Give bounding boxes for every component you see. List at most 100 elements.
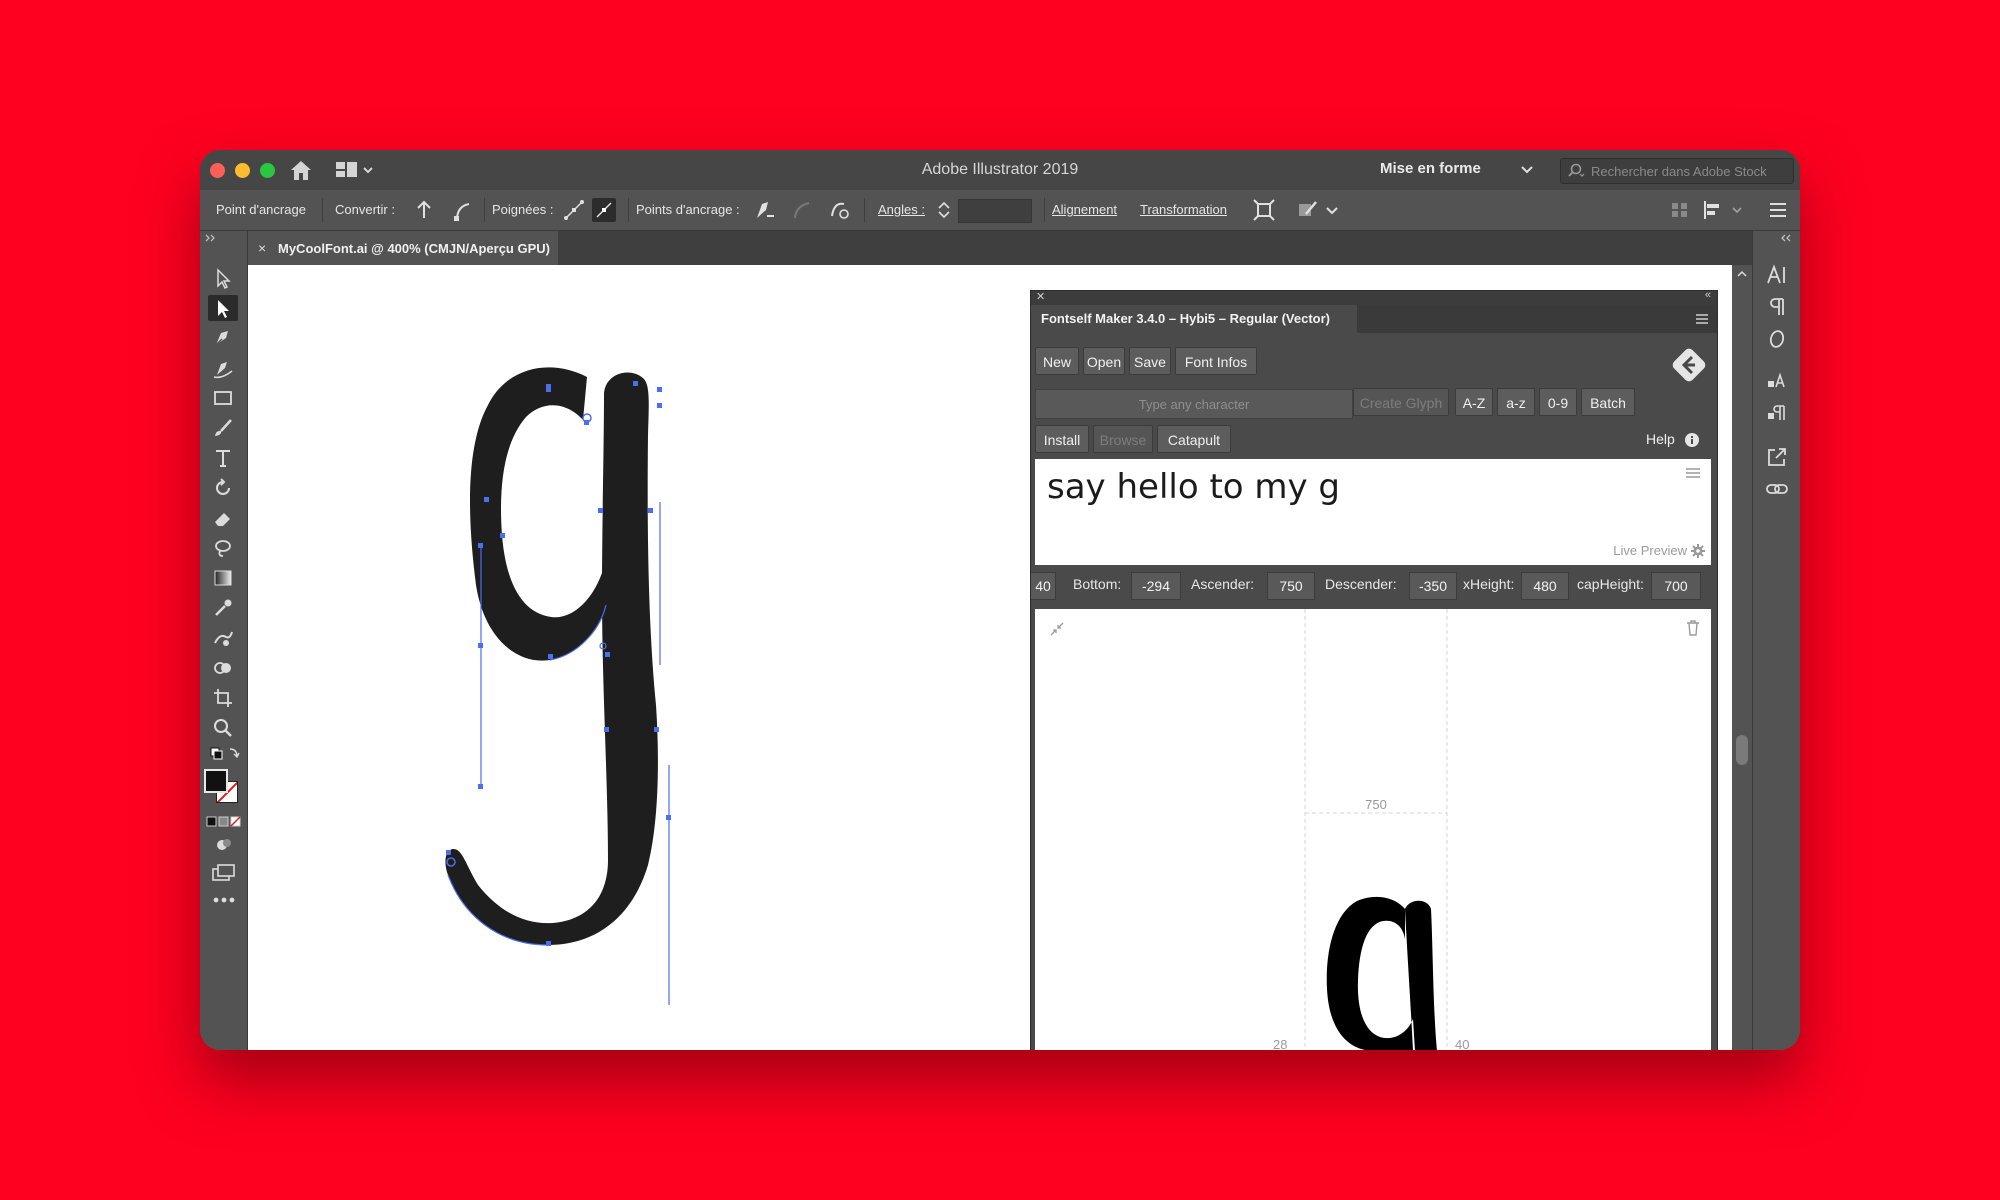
fontself-panel: ✕ « Fontself Maker 3.4.0 – Hybi5 – Regul…	[1030, 289, 1718, 1050]
save-font-button[interactable]: Save	[1129, 347, 1171, 375]
direct-selection-tool[interactable]	[208, 295, 238, 321]
corners-label[interactable]: Angles :	[878, 202, 925, 217]
remove-anchor-point-icon[interactable]	[752, 198, 776, 222]
catapult-button[interactable]: Catapult	[1157, 425, 1231, 453]
selection-tool[interactable]	[208, 265, 238, 291]
paragraph-panel-icon[interactable]	[1765, 295, 1789, 319]
digits-button[interactable]: 0-9	[1539, 388, 1577, 416]
puppet-warp-tool[interactable]	[208, 625, 238, 651]
eraser-tool[interactable]	[208, 505, 238, 531]
xheight-field[interactable]: 480	[1521, 572, 1569, 600]
hide-handles-icon	[596, 202, 612, 218]
glyph-character-input[interactable]	[1035, 389, 1353, 419]
rectangle-tool[interactable]	[208, 385, 238, 411]
character-styles-icon[interactable]	[1765, 369, 1789, 393]
curvature-tool[interactable]	[208, 355, 238, 381]
descender-field[interactable]: -350	[1409, 572, 1457, 600]
preview-text[interactable]: say hello to my g	[1047, 467, 1340, 507]
recolor-icon[interactable]	[1296, 198, 1320, 222]
capheight-field[interactable]: 700	[1651, 572, 1701, 600]
chevron-down-icon[interactable]	[1324, 198, 1340, 222]
uppercase-button[interactable]: A-Z	[1455, 388, 1493, 416]
gradient-tool[interactable]	[208, 565, 238, 591]
gradient-icon	[214, 570, 232, 586]
close-panel-icon[interactable]: ✕	[1036, 290, 1045, 303]
bottom-field[interactable]: -294	[1131, 572, 1181, 600]
shape-builder-tool[interactable]	[208, 655, 238, 681]
collapse-toolbar-icon[interactable]	[204, 233, 218, 243]
paintbrush-tool[interactable]	[208, 415, 238, 441]
open-font-button[interactable]: Open	[1083, 347, 1125, 375]
connect-anchor-points-icon[interactable]	[790, 198, 814, 222]
browse-button[interactable]: Browse	[1093, 425, 1153, 453]
artboard-tool[interactable]	[208, 685, 238, 711]
help-link[interactable]: Help	[1646, 431, 1675, 447]
collapse-panel-icon[interactable]: «	[1705, 289, 1711, 301]
convert-to-smooth-icon[interactable]	[450, 198, 474, 222]
corner-radius-input[interactable]	[958, 199, 1032, 223]
workspace-menu[interactable]: Mise en forme	[1380, 160, 1481, 177]
metric-partial-field[interactable]: 40	[1031, 572, 1056, 600]
fill-swatch[interactable]	[204, 769, 228, 793]
show-handles-icon[interactable]	[562, 198, 586, 222]
preview-menu-icon[interactable]	[1685, 467, 1701, 479]
character-panel-icon[interactable]	[1765, 263, 1789, 287]
hide-handles-button[interactable]	[592, 198, 616, 222]
stepper-icon[interactable]	[936, 198, 952, 222]
chevron-down-icon[interactable]	[1730, 198, 1744, 222]
screen-mode-icon[interactable]	[211, 863, 237, 883]
lowercase-button[interactable]: a-z	[1497, 388, 1535, 416]
glyph-editor[interactable]: 750 28 40	[1035, 609, 1711, 1050]
zoom-tool[interactable]	[208, 715, 238, 741]
isolate-selection-icon[interactable]	[1252, 198, 1276, 222]
gear-icon[interactable]	[1691, 544, 1705, 558]
pen-tool[interactable]	[208, 325, 238, 351]
scroll-up-icon[interactable]	[1736, 270, 1748, 278]
rotate-tool[interactable]	[208, 475, 238, 501]
type-tool[interactable]	[208, 445, 238, 471]
align-panel-icon[interactable]	[1700, 198, 1724, 222]
cut-path-icon[interactable]	[828, 198, 852, 222]
shrink-icon[interactable]	[1050, 622, 1064, 636]
eyedropper-tool[interactable]	[208, 595, 238, 621]
vertical-scrollbar[interactable]	[1732, 265, 1752, 1050]
chevron-down-icon[interactable]	[1520, 163, 1534, 177]
close-tab-button[interactable]: ×	[258, 240, 266, 256]
live-preview-box[interactable]: say hello to my g Live Preview	[1035, 459, 1711, 565]
batch-button[interactable]: Batch	[1581, 388, 1635, 416]
more-tools-icon[interactable]	[211, 895, 237, 905]
glyph-preview-shape[interactable]	[1326, 896, 1437, 1050]
fontself-logo-icon[interactable]	[1671, 347, 1707, 383]
stock-search-field[interactable]	[1560, 158, 1794, 184]
arrange-documents-icon[interactable]	[1668, 198, 1692, 222]
type-icon	[216, 450, 230, 467]
ascender-field[interactable]: 750	[1267, 572, 1315, 600]
control-bar: Point d'ancrage Convertir : Poignées : P…	[200, 190, 1800, 231]
glyph-g-bowl[interactable]	[469, 367, 606, 661]
panel-menu-icon[interactable]	[1695, 313, 1709, 325]
color-mode-icons[interactable]	[206, 815, 242, 829]
scroll-thumb[interactable]	[1736, 735, 1748, 765]
lasso-tool[interactable]	[208, 535, 238, 561]
links-icon[interactable]	[1765, 477, 1789, 501]
collapse-dock-icon[interactable]	[1779, 233, 1793, 243]
default-colors-icon[interactable]	[210, 745, 240, 763]
document-tab[interactable]: × MyCoolFont.ai @ 400% (CMJN/Aperçu GPU)	[248, 231, 558, 265]
draw-mode-icon[interactable]	[213, 835, 235, 855]
export-icon[interactable]	[1765, 445, 1789, 469]
trash-icon[interactable]	[1687, 620, 1699, 636]
opentype-panel-icon[interactable]	[1765, 327, 1789, 351]
panel-menu-icon[interactable]	[1766, 198, 1790, 222]
transform-link[interactable]: Transformation	[1140, 202, 1227, 217]
paragraph-styles-icon[interactable]	[1765, 401, 1789, 425]
create-glyph-button[interactable]: Create Glyph	[1353, 388, 1449, 416]
font-infos-button[interactable]: Font Infos	[1175, 347, 1257, 375]
search-input[interactable]	[1589, 161, 1793, 181]
fontself-tab[interactable]: Fontself Maker 3.4.0 – Hybi5 – Regular (…	[1031, 305, 1357, 333]
fill-stroke-swatches[interactable]	[204, 769, 244, 809]
info-icon[interactable]	[1684, 432, 1700, 448]
install-button[interactable]: Install	[1035, 425, 1089, 453]
align-link[interactable]: Alignement	[1052, 202, 1117, 217]
convert-to-corner-icon[interactable]	[412, 198, 436, 222]
new-font-button[interactable]: New	[1035, 347, 1079, 375]
